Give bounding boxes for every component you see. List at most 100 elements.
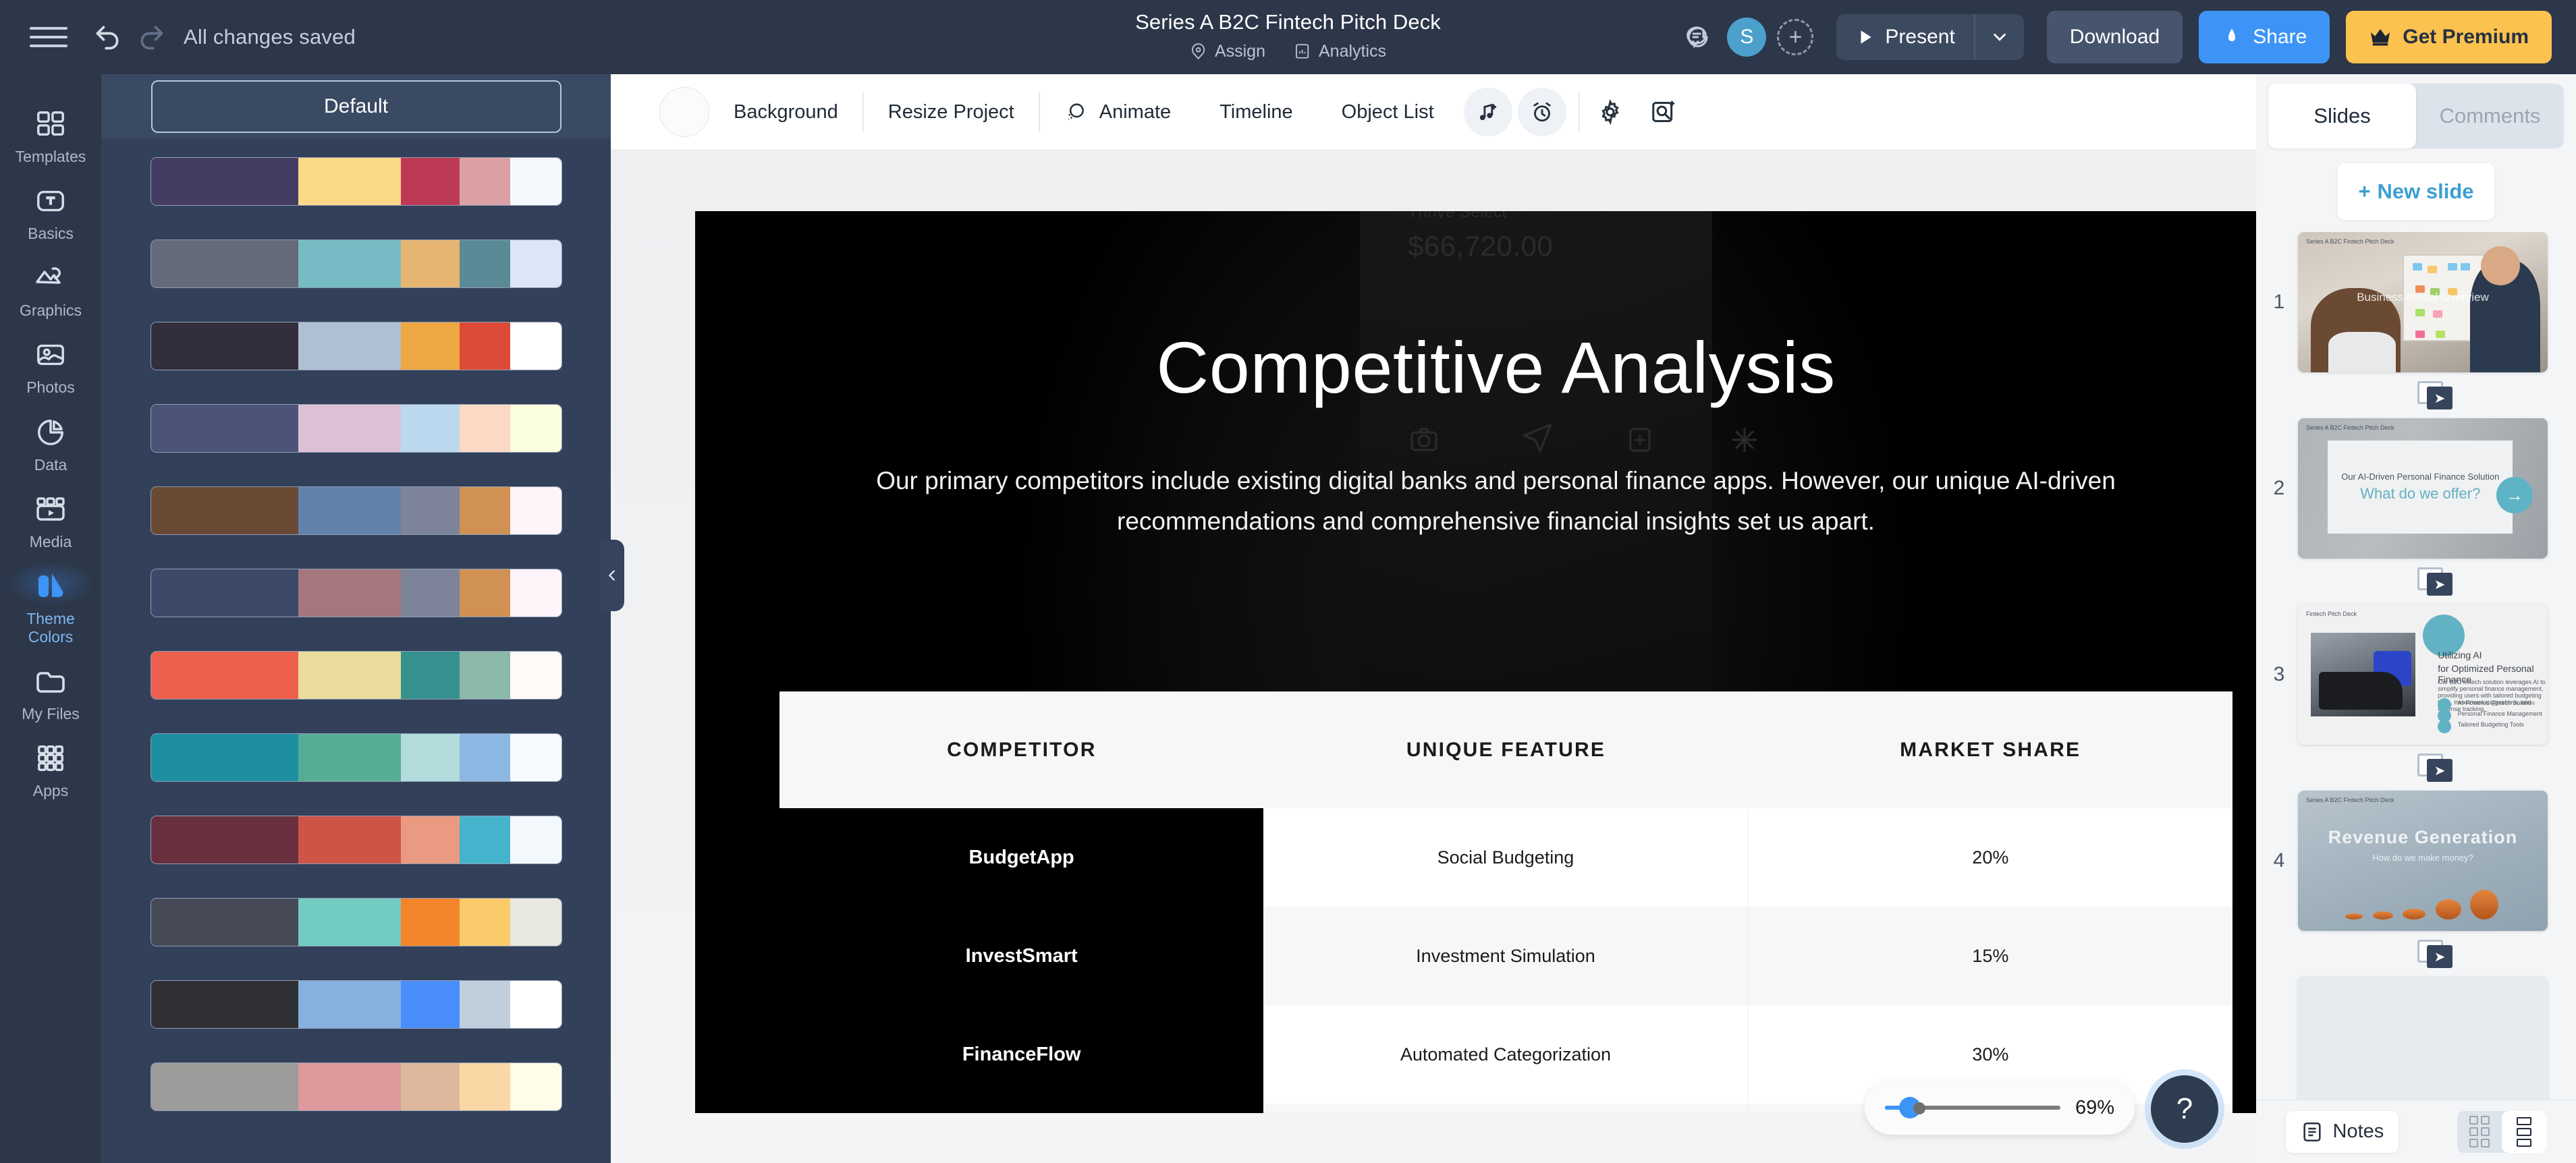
palette-swatch-12[interactable] xyxy=(150,1062,562,1111)
insert-slide-row[interactable]: ➤ xyxy=(2256,931,2576,977)
collapse-panel-button[interactable] xyxy=(600,540,624,611)
slide-subtitle[interactable]: Our primary competitors include existing… xyxy=(776,461,2216,542)
palette-swatch-8[interactable] xyxy=(150,733,562,782)
zoom-control[interactable]: 69% xyxy=(1865,1081,2135,1135)
hamburger-icon[interactable] xyxy=(30,22,67,52)
list-item[interactable]: 2 Series A B2C Fintech Pitch Deck Our AI… xyxy=(2256,418,2576,559)
object-list-button[interactable]: Object List xyxy=(1317,101,1458,123)
motorcycle-photo xyxy=(2310,632,2415,717)
competitor-table[interactable]: COMPETITOR UNIQUE FEATURE MARKET SHARE B… xyxy=(779,691,2232,1113)
slide-canvas[interactable]: $66,720.00 Thrive Select Competitive Ana… xyxy=(611,150,2297,1163)
zoom-slider-secondary-handle[interactable] xyxy=(1913,1102,1925,1114)
photos-icon xyxy=(30,336,72,374)
get-premium-button[interactable]: Get Premium xyxy=(2346,11,2552,63)
present-button[interactable]: Present xyxy=(1836,14,1973,60)
share-arrow-icon xyxy=(2228,28,2236,42)
slide-thumbnail-1[interactable]: Series A B2C Fintech Pitch Deck Business… xyxy=(2298,232,2548,372)
palette-swatch-2[interactable] xyxy=(150,239,562,288)
palette-swatch-5[interactable] xyxy=(150,486,562,535)
palette-swatch-6[interactable] xyxy=(150,569,562,617)
sidebar-item-media[interactable]: Media xyxy=(0,481,101,558)
slide-thumbnail-2[interactable]: Series A B2C Fintech Pitch Deck Our AI-D… xyxy=(2298,418,2548,559)
person-right-head xyxy=(2481,246,2521,285)
slide-thumbnail-3[interactable]: Fintech Pitch Deck Utilizing AI for Opti… xyxy=(2298,604,2548,745)
download-button[interactable]: Download xyxy=(2046,11,2183,63)
palette-swatch-7[interactable] xyxy=(150,651,562,700)
list-view-icon[interactable] xyxy=(2502,1110,2547,1153)
background-color-swatch[interactable] xyxy=(659,87,709,137)
list-item[interactable]: 4 Series A B2C Fintech Pitch Deck Revenu… xyxy=(2256,791,2576,931)
comment-icon[interactable] xyxy=(1676,16,1718,58)
add-music-icon[interactable] xyxy=(1463,88,1512,136)
insert-slide-icon[interactable]: ➤ xyxy=(2417,754,2452,782)
insert-slide-row[interactable]: ➤ xyxy=(2256,745,2576,791)
tab-comments[interactable]: Comments xyxy=(2416,84,2564,148)
alarm-clock-icon[interactable] xyxy=(1517,88,1566,136)
tab-slides[interactable]: Slides xyxy=(2268,84,2416,148)
cell-competitor: OurApp xyxy=(779,1104,1264,1113)
slide-thumbnail-5[interactable] xyxy=(2298,977,2548,1117)
sidebar-label-line2: Colors xyxy=(28,627,74,646)
slide-title[interactable]: Competitive Analysis xyxy=(695,329,2297,406)
sidebar-item-my-files[interactable]: My Files xyxy=(0,653,101,730)
list-item[interactable]: 3 Fintech Pitch Deck Utilizing AI for Op… xyxy=(2256,604,2576,745)
insert-slide-icon[interactable]: ➤ xyxy=(2417,567,2452,596)
palette-swatch-1[interactable] xyxy=(150,157,562,206)
slide-thumbnail-list[interactable]: 1 Series A B2C Fintech Pitch Deck Busine… xyxy=(2256,232,2576,1144)
assign-button[interactable]: Assign xyxy=(1181,38,1274,65)
present-dropdown-button[interactable] xyxy=(1975,14,2024,60)
thumb-card: Our AI-Driven Personal Finance Solution … xyxy=(2328,441,2513,534)
grid-view-icon[interactable] xyxy=(2457,1111,2502,1153)
redo-icon[interactable] xyxy=(130,15,174,59)
notes-button[interactable]: Notes xyxy=(2285,1110,2399,1153)
find-replace-icon[interactable] xyxy=(1641,90,1685,134)
zoom-slider[interactable] xyxy=(1885,1097,2060,1118)
table-row[interactable]: BudgetApp Social Budgeting 20% xyxy=(779,808,2232,907)
sidebar-item-basics[interactable]: Basics xyxy=(0,173,101,250)
default-theme-button[interactable]: Default xyxy=(150,80,561,133)
palette-swatch-3[interactable] xyxy=(150,322,562,370)
help-button[interactable]: ? xyxy=(2151,1075,2218,1143)
gear-icon[interactable] xyxy=(1588,90,1633,134)
palette-swatch-9[interactable] xyxy=(150,816,562,864)
avatar[interactable]: S xyxy=(1727,18,1767,57)
table-row[interactable]: InvestSmart Investment Simulation 15% xyxy=(779,907,2232,1005)
palette-swatch-11[interactable] xyxy=(150,980,562,1029)
insert-slide-icon[interactable]: ➤ xyxy=(2417,381,2452,409)
timeline-button[interactable]: Timeline xyxy=(1195,101,1317,123)
sidebar-item-graphics[interactable]: Graphics xyxy=(0,250,101,327)
palette-color xyxy=(510,652,561,699)
add-collaborator-button[interactable]: + xyxy=(1777,19,1814,55)
sidebar-item-templates[interactable]: Templates xyxy=(0,96,101,173)
sidebar-label: Templates xyxy=(15,148,86,165)
sidebar-item-data[interactable]: Data xyxy=(0,404,101,481)
insert-slide-row[interactable]: ➤ xyxy=(2256,372,2576,418)
palette-color xyxy=(400,899,460,946)
palette-color xyxy=(298,1063,401,1110)
insert-slide-icon[interactable]: ➤ xyxy=(2417,940,2452,968)
palette-swatch-10[interactable] xyxy=(150,898,562,946)
sidebar-label: Basics xyxy=(28,225,74,243)
slide-thumbnail-4[interactable]: Series A B2C Fintech Pitch Deck Revenue … xyxy=(2298,791,2548,931)
insert-slide-row[interactable]: ➤ xyxy=(2256,559,2576,604)
new-slide-button[interactable]: + New slide xyxy=(2338,163,2494,220)
background-button[interactable]: Background xyxy=(709,101,862,123)
palette-color xyxy=(459,158,510,205)
undo-icon[interactable] xyxy=(85,15,130,59)
bg-label-text: Thrive Select xyxy=(1407,211,1507,221)
thumb-corner-label: Series A B2C Fintech Pitch Deck xyxy=(2306,797,2394,803)
palette-color xyxy=(298,322,401,370)
sidebar-item-theme-colors[interactable]: Theme Colors xyxy=(0,558,101,653)
cell-unique-feature: Automated Categorization xyxy=(1263,1005,1749,1104)
page-title[interactable]: Series A B2C Fintech Pitch Deck xyxy=(1135,10,1441,34)
sidebar-item-apps[interactable]: Apps xyxy=(0,730,101,807)
list-item[interactable] xyxy=(2256,977,2576,1117)
share-button[interactable]: Share xyxy=(2199,11,2330,63)
current-slide[interactable]: $66,720.00 Thrive Select Competitive Ana… xyxy=(695,211,2297,1113)
palette-swatch-4[interactable] xyxy=(150,404,562,453)
animate-button[interactable]: Animate xyxy=(1040,101,1195,123)
sidebar-item-photos[interactable]: Photos xyxy=(0,327,101,403)
analytics-button[interactable]: Analytics xyxy=(1285,38,1395,65)
resize-project-button[interactable]: Resize Project xyxy=(864,101,1039,123)
list-item[interactable]: 1 Series A B2C Fintech Pitch Deck Busine… xyxy=(2256,232,2576,372)
